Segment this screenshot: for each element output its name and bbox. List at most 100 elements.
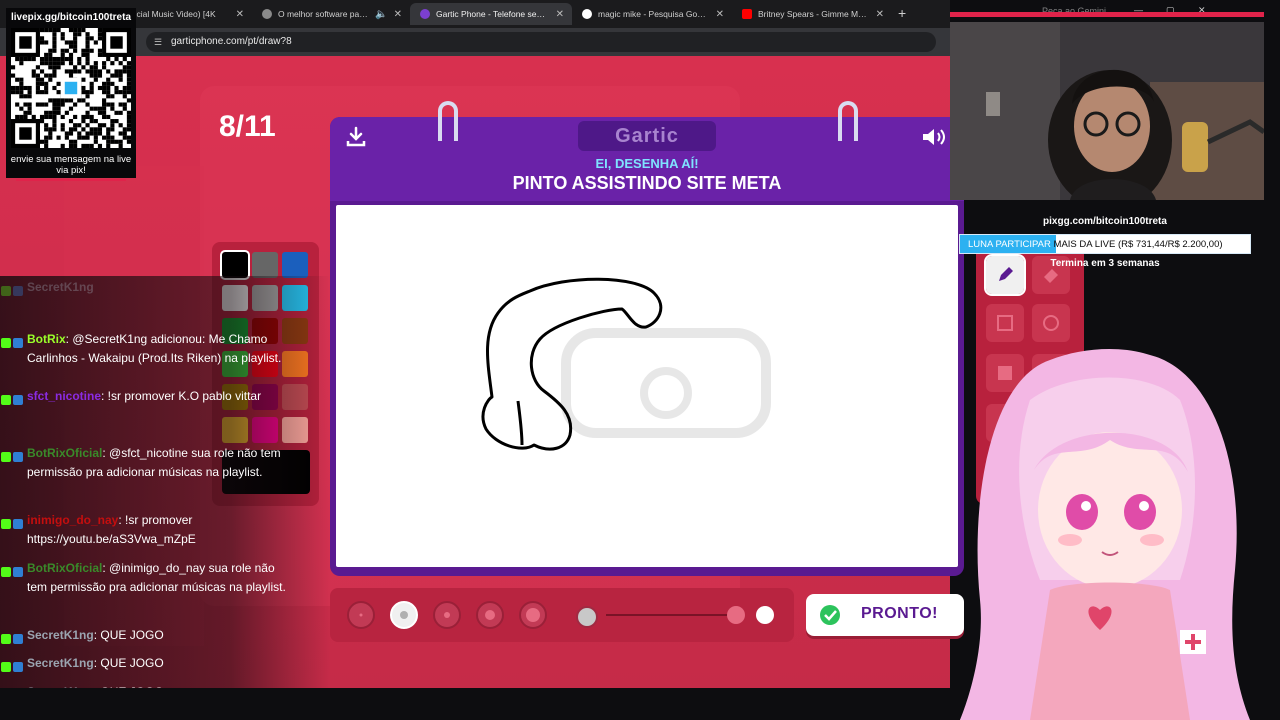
chat-username[interactable]: SecretK1ng <box>27 656 94 670</box>
brush-size-4[interactable] <box>476 601 504 629</box>
kick-badge-icon <box>1 519 11 529</box>
kick-badge-icon <box>1 634 11 644</box>
tab-britney[interactable]: Britney Spears - Gimme More ( ✕ <box>732 3 892 25</box>
chat-badges <box>1 630 25 649</box>
url-text: garticphone.com/pt/draw?8 <box>171 36 292 47</box>
gartic-favicon-icon <box>420 9 430 19</box>
ellipse-outline-tool[interactable] <box>1032 304 1070 342</box>
pix-qr-overlay: livepix.gg/bitcoin100treta envie sua men… <box>6 8 136 181</box>
site-info-icon[interactable]: ☰ <box>154 32 162 52</box>
chat-message: SecretK1ng: QUE JOGO <box>27 683 289 688</box>
close-icon[interactable]: ✕ <box>394 9 402 20</box>
qr-url: livepix.gg/bitcoin100treta <box>10 12 132 23</box>
tab-title: O melhor software para im <box>278 9 370 19</box>
rectangle-outline-tool[interactable] <box>986 304 1024 342</box>
chat-message: BotRixOficial: @sfct_nicotine sua role n… <box>1 444 289 482</box>
brush-size-2[interactable] <box>390 601 418 629</box>
tab-strip: fficial Music Video) [4K ✕ O melhor soft… <box>0 0 950 28</box>
opacity-max-icon <box>756 606 774 624</box>
goal-url: pixgg.com/bitcoin100treta <box>1043 216 1167 227</box>
circle-outline-icon <box>1043 315 1059 331</box>
opacity-slider-handle[interactable] <box>727 606 745 624</box>
qr-accent-line <box>16 179 126 181</box>
tab-software[interactable]: O melhor software para im 🔈 ✕ <box>252 3 410 25</box>
chat-message: BotRixOficial: @inimigo_do_nay sua role … <box>1 559 289 597</box>
google-favicon-icon <box>582 9 592 19</box>
chat-message: inimigo_do_nay: !sr promover https://you… <box>1 511 289 549</box>
chat-username[interactable]: BotRixOficial <box>27 561 102 575</box>
chat-badges <box>1 515 25 534</box>
new-tab-plus-icon[interactable]: + <box>898 5 906 21</box>
speaker-icon[interactable]: 🔈 <box>375 9 387 20</box>
tab-magic-mike[interactable]: magic mike - Pesquisa Google ✕ <box>572 3 732 25</box>
verified-badge-icon <box>13 634 23 644</box>
chat-message: SecretK1ng: QUE JOGO <box>1 654 289 673</box>
board-clip-left <box>438 101 458 141</box>
close-icon[interactable]: ✕ <box>556 9 564 20</box>
verified-badge-icon <box>13 395 23 405</box>
chat-text: : @SecretK1ng adicionou: Me Chamo Carlin… <box>27 332 282 365</box>
chat-username[interactable]: SecretK1ng <box>27 280 94 294</box>
tab-title: magic mike - Pesquisa Google <box>598 9 710 19</box>
kick-badge-icon <box>1 567 11 577</box>
kick-badge-icon <box>1 338 11 348</box>
sound-icon[interactable] <box>920 125 950 149</box>
chat-badges <box>1 334 25 353</box>
chat-username[interactable]: inimigo_do_nay <box>27 513 118 527</box>
verified-badge-icon <box>13 567 23 577</box>
verified-badge-icon <box>13 662 23 672</box>
vtuber-avatar-image <box>960 348 1250 720</box>
kick-badge-icon <box>1 395 11 405</box>
chat-badges <box>1 448 25 467</box>
board-header: Gartic EI, DESENHA AÍ! PINTO ASSISTINDO … <box>330 117 964 201</box>
chat-username[interactable]: sfct_nicotine <box>27 389 101 403</box>
chat-message: BotRix: @SecretK1ng adicionou: Me Chamo … <box>1 330 289 368</box>
goal-text-rest: MAIS DA LIVE (R$ 731,44/R$ 2.200,00) <box>1050 239 1223 250</box>
brush-size-1[interactable] <box>347 601 375 629</box>
color-swatch[interactable] <box>282 252 308 278</box>
youtube-favicon-icon <box>742 9 752 19</box>
goal-text-highlight: LUNA PARTICIPAR <box>968 239 1051 250</box>
donation-goal-bar: LUNA PARTICIPAR MAIS DA LIVE (R$ 731,44/… <box>959 234 1251 254</box>
chat-message: SecretK1ng: QUE JOGO <box>1 626 289 645</box>
tab-title: Britney Spears - Gimme More ( <box>758 9 870 19</box>
close-icon[interactable]: ✕ <box>876 9 884 20</box>
tab-gartic-phone[interactable]: Gartic Phone - Telefone sem fio ✕ <box>410 3 572 25</box>
chat-username[interactable]: SecretK1ng <box>27 685 94 688</box>
kick-badge-icon <box>1 286 11 296</box>
color-swatch[interactable] <box>252 252 278 278</box>
tab-title: Gartic Phone - Telefone sem fio <box>436 9 550 19</box>
download-icon[interactable] <box>344 125 368 149</box>
opacity-slider-track[interactable] <box>606 614 738 616</box>
streamer-webcam-image <box>950 22 1264 200</box>
chat-badges <box>1 563 25 582</box>
tab-favicon <box>262 9 272 19</box>
drawing-canvas[interactable] <box>336 205 958 567</box>
chat-message: SecretK1ng <box>1 278 289 297</box>
verified-badge-icon <box>13 452 23 462</box>
tab-title: fficial Music Video) [4K <box>130 9 216 19</box>
color-swatch[interactable] <box>220 250 250 280</box>
chat-username[interactable]: SecretK1ng <box>27 628 94 642</box>
user-drawing <box>481 277 663 451</box>
close-icon[interactable]: ✕ <box>236 9 244 20</box>
square-outline-icon <box>997 315 1013 331</box>
close-icon[interactable]: ✕ <box>716 9 724 20</box>
brush-size-5[interactable] <box>519 601 547 629</box>
drawing-board: Gartic EI, DESENHA AÍ! PINTO ASSISTINDO … <box>330 101 964 576</box>
qr-message: envie sua mensagem na live via pix! <box>10 154 132 176</box>
kick-badge-icon <box>1 452 11 462</box>
chat-username[interactable]: BotRix <box>27 332 66 346</box>
opacity-min-icon <box>576 606 598 628</box>
board-clip-right <box>838 101 858 141</box>
address-bar: ☰ garticphone.com/pt/draw?8 <box>0 28 950 56</box>
url-input[interactable]: ☰ garticphone.com/pt/draw?8 <box>146 32 936 52</box>
webcam-feed <box>950 22 1264 200</box>
chat-badges <box>1 658 25 677</box>
brush-size-3[interactable] <box>433 601 461 629</box>
brush-toolbar <box>330 588 794 642</box>
instruction-subtitle: EI, DESENHA AÍ! <box>595 156 699 171</box>
verified-badge-icon <box>13 338 23 348</box>
stream-chat: SecretK1ng BotRix: @SecretK1ng adicionou:… <box>0 276 330 688</box>
chat-username[interactable]: BotRixOficial <box>27 446 102 460</box>
